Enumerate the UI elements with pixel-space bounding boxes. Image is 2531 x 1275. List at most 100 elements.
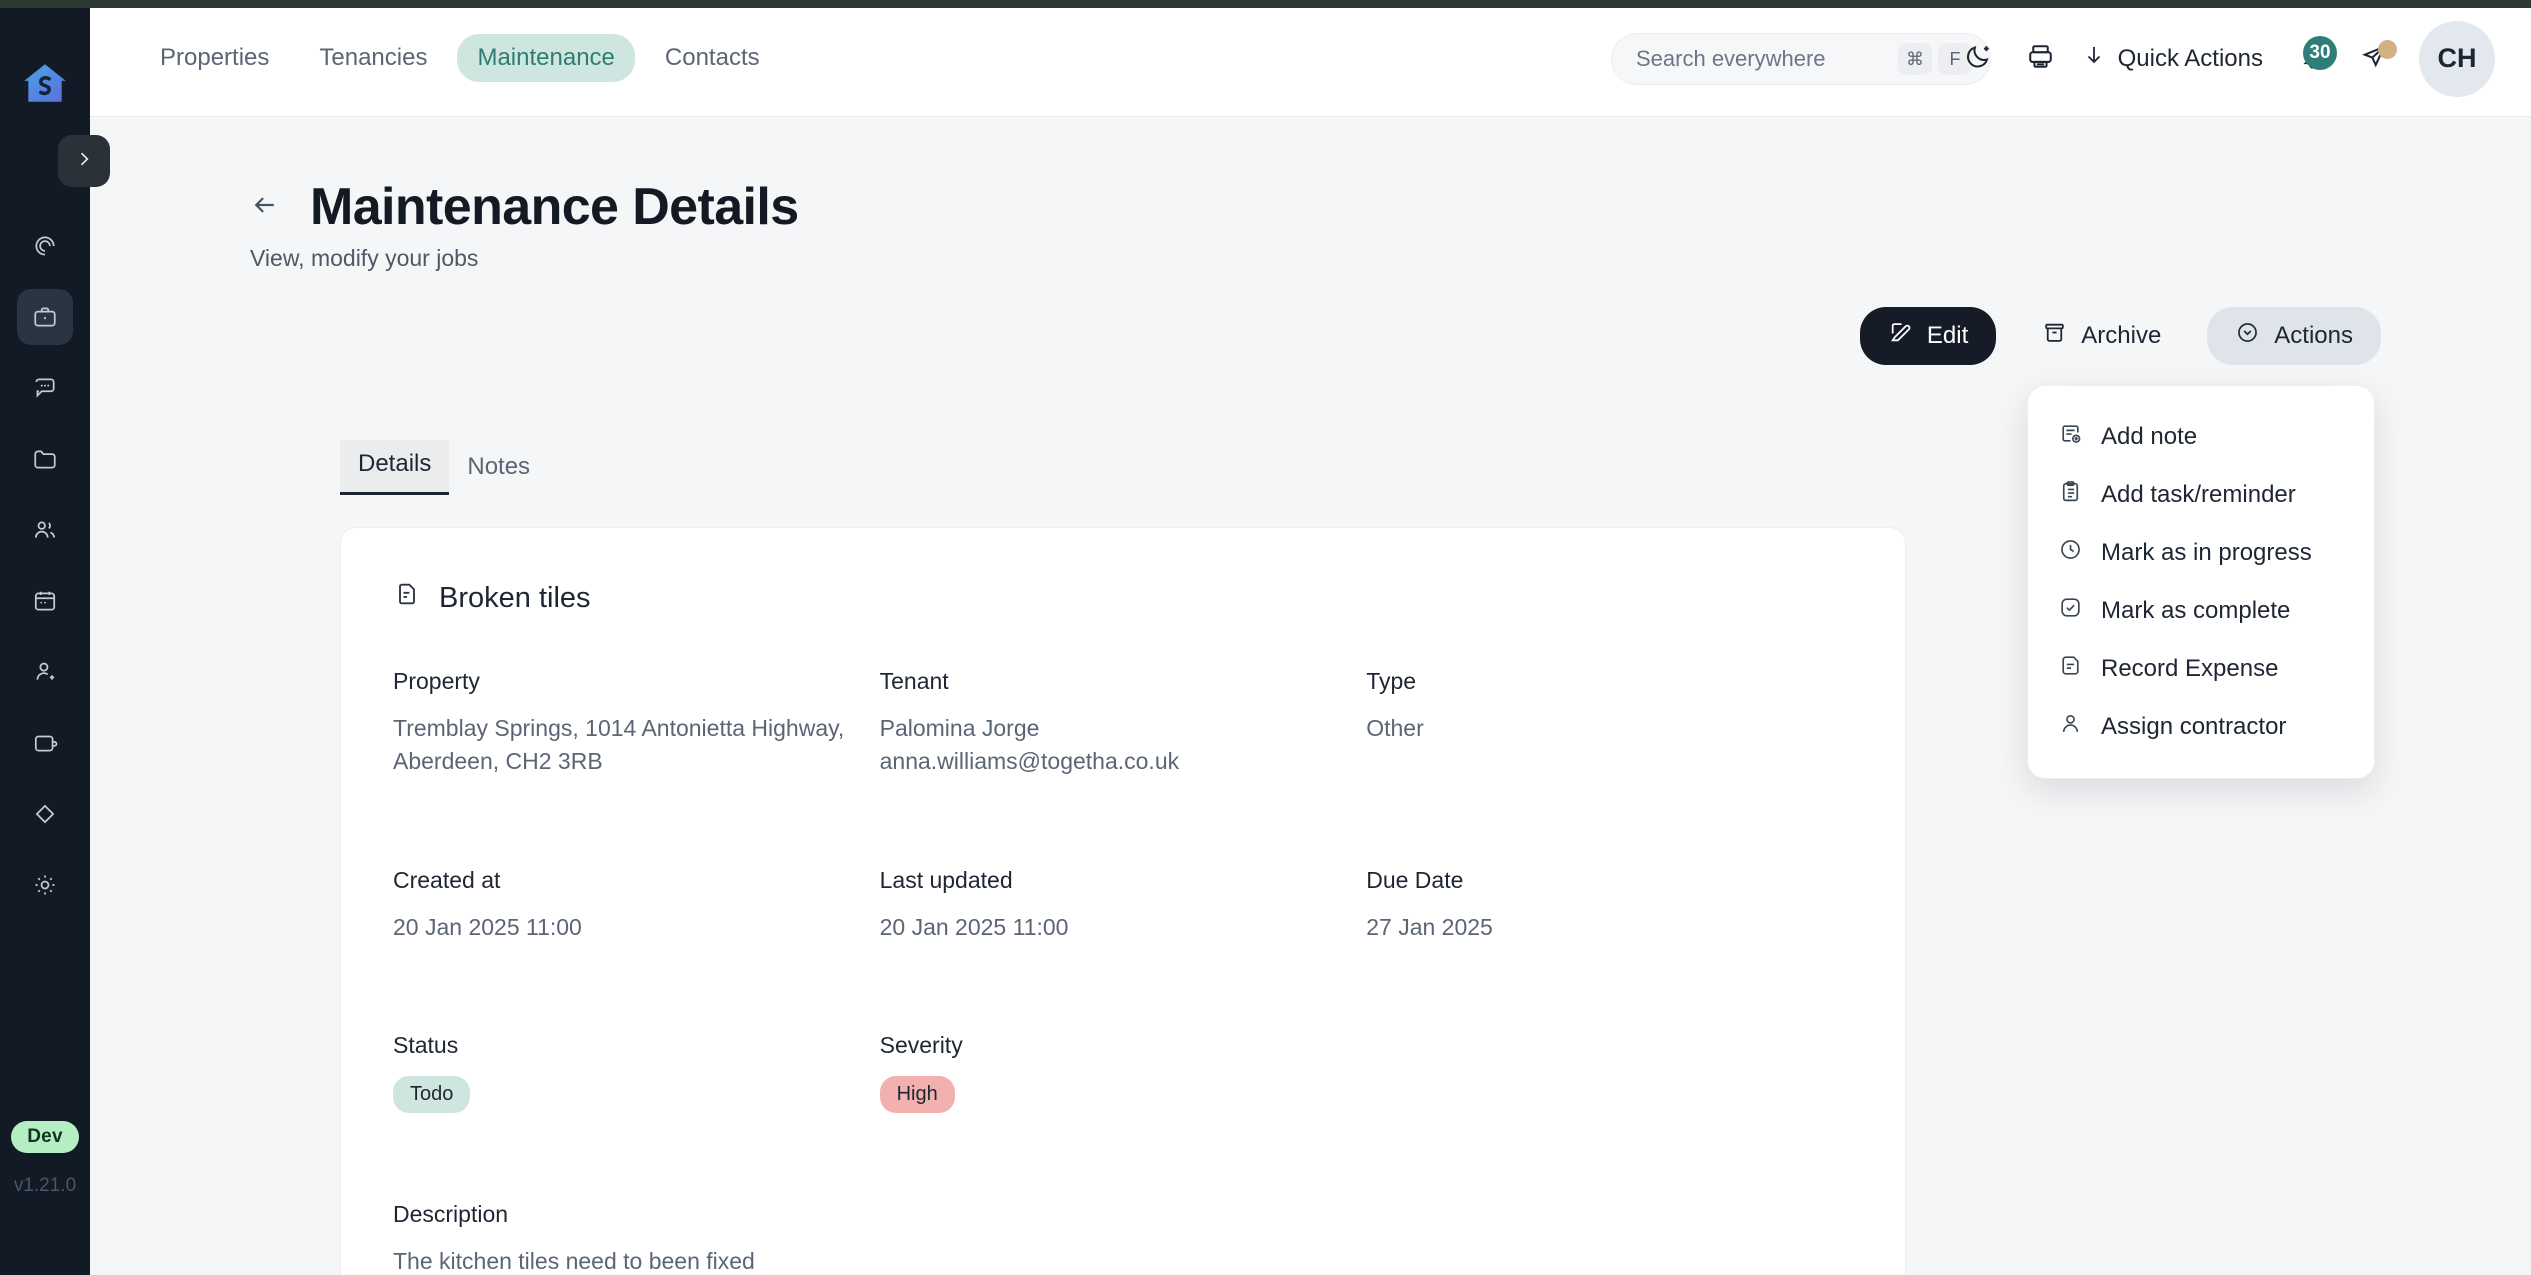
field-property: Property Tremblay Springs, 1014 Antoniet… — [393, 668, 880, 779]
page-title: Maintenance Details — [310, 178, 799, 236]
actions-label: Actions — [2274, 322, 2353, 349]
edit-button[interactable]: Edit — [1859, 307, 1997, 365]
top-bar: Properties Tenancies Maintenance Contact… — [90, 0, 2531, 117]
sidebar-item-integrations[interactable] — [17, 786, 73, 842]
tab-notes[interactable]: Notes — [449, 443, 548, 495]
menu-item-assign-contractor[interactable]: Assign contractor — [2028, 698, 2374, 756]
sidebar-item-payments[interactable] — [17, 715, 73, 771]
note-plus-icon — [2058, 421, 2083, 453]
arrow-down-icon — [2082, 43, 2106, 74]
field-label: Property — [393, 668, 480, 694]
search-placeholder: Search everywhere — [1636, 46, 1826, 71]
sidebar-item-settings[interactable] — [17, 857, 73, 913]
nav-item-tenancies[interactable]: Tenancies — [299, 34, 447, 82]
sidebar-item-add-contact[interactable] — [17, 644, 73, 700]
archive-box-icon — [2042, 320, 2067, 352]
arrow-left-icon — [250, 190, 280, 225]
send-status-dot — [2378, 39, 2397, 59]
menu-label: Add task/reminder — [2101, 481, 2296, 508]
top-bar-actions: Quick Actions 30 CH — [1948, 0, 2495, 117]
status-badge: Todo — [393, 1076, 471, 1114]
avatar[interactable]: CH — [2419, 20, 2495, 97]
spiral-dashboard-icon — [32, 233, 58, 259]
users-icon — [32, 517, 58, 543]
tenant-name: Palomina Jorge — [879, 715, 1040, 741]
field-value: 20 Jan 2025 11:00 — [879, 913, 1069, 940]
card-title-text: Broken tiles — [439, 581, 591, 614]
menu-label: Mark as complete — [2101, 597, 2291, 624]
field-created-at: Created at 20 Jan 2025 11:00 — [393, 867, 880, 944]
menu-item-mark-complete[interactable]: Mark as complete — [2028, 582, 2374, 640]
sidebar-expand-button[interactable] — [58, 135, 110, 187]
detail-row-4: Description The kitchen tiles need to be… — [393, 1201, 1853, 1275]
field-status: Status Todo — [393, 1032, 880, 1114]
sidebar-item-messages[interactable] — [17, 360, 73, 416]
printer-icon — [2026, 42, 2055, 76]
field-value: Tremblay Springs, 1014 Antonietta Highwa… — [393, 715, 845, 775]
page-content: Maintenance Details View, modify your jo… — [90, 117, 2531, 1275]
moon-icon — [1964, 42, 1993, 76]
menu-item-mark-in-progress[interactable]: Mark as in progress — [2028, 524, 2374, 582]
detail-row-1: Property Tremblay Springs, 1014 Antoniet… — [393, 668, 1853, 779]
field-label: Severity — [879, 1032, 963, 1059]
archive-button[interactable]: Archive — [2014, 307, 2189, 365]
user-plus-icon — [32, 659, 58, 685]
rail-top-strip — [0, 0, 90, 8]
field-tenant: Tenant Palomina Jorge anna.williams@toge… — [880, 668, 1367, 779]
page-subtitle: View, modify your jobs — [250, 245, 479, 271]
left-rail: Dev v1.21.0 — [0, 0, 90, 1275]
page-action-buttons: Edit Archive Actions — [1859, 307, 2381, 365]
menu-item-add-task-reminder[interactable]: Add task/reminder — [2028, 466, 2374, 524]
actions-button[interactable]: Actions — [2207, 307, 2381, 365]
menu-item-record-expense[interactable]: Record Expense — [2028, 640, 2374, 698]
quick-actions-button[interactable]: Quick Actions — [2082, 43, 2263, 74]
clock-icon — [2058, 537, 2083, 569]
folder-icon — [32, 446, 58, 472]
field-value: Other — [1366, 715, 1424, 741]
card-header: Broken tiles — [393, 580, 1853, 616]
archive-label: Archive — [2081, 322, 2162, 349]
field-value: The kitchen tiles need to been fixed — [393, 1248, 755, 1275]
search-input[interactable]: Search everywhere ⌘ F — [1611, 33, 1991, 85]
field-due-date: Due Date 27 Jan 2025 — [1366, 867, 1853, 944]
send-button[interactable] — [2343, 28, 2405, 90]
document-icon — [393, 580, 421, 616]
rail-footer: Dev v1.21.0 — [0, 1121, 90, 1197]
menu-label: Mark as in progress — [2101, 539, 2312, 566]
field-label: Created at — [393, 866, 501, 893]
actions-dropdown-menu: Add note Add task/reminder Mark as in pr… — [2027, 385, 2375, 779]
edit-label: Edit — [1926, 322, 1969, 349]
chevron-down-circle-icon — [2235, 320, 2260, 352]
nav-item-maintenance[interactable]: Maintenance — [457, 34, 635, 82]
sidebar-item-dashboard[interactable] — [17, 218, 73, 274]
menu-item-add-note[interactable]: Add note — [2028, 408, 2374, 466]
field-label: Tenant — [879, 668, 949, 694]
notifications-button[interactable]: 30 — [2281, 28, 2343, 90]
top-accent-strip — [90, 0, 2531, 8]
nav-item-properties[interactable]: Properties — [140, 34, 289, 82]
chat-bubble-icon — [32, 375, 58, 401]
tab-details[interactable]: Details — [340, 440, 450, 495]
sidebar-item-documents[interactable] — [17, 431, 73, 487]
user-icon — [2058, 711, 2083, 743]
print-button[interactable] — [2010, 28, 2072, 90]
back-button[interactable] — [250, 191, 282, 223]
main-nav: Properties Tenancies Maintenance Contact… — [140, 34, 780, 82]
version-label: v1.21.0 — [13, 1175, 77, 1196]
field-description: Description The kitchen tiles need to be… — [393, 1201, 1853, 1275]
house-logo-icon[interactable] — [20, 58, 70, 108]
field-label: Description — [393, 1201, 509, 1228]
field-label: Type — [1366, 668, 1417, 694]
sidebar-item-people[interactable] — [17, 502, 73, 558]
severity-badge: High — [879, 1076, 955, 1114]
check-square-icon — [2058, 595, 2083, 627]
quick-actions-label: Quick Actions — [2117, 44, 2263, 72]
sidebar-item-jobs[interactable] — [17, 289, 73, 345]
receipt-icon — [2058, 653, 2083, 685]
calendar-icon — [32, 588, 58, 614]
sidebar-item-calendar[interactable] — [17, 573, 73, 629]
menu-label: Assign contractor — [2101, 713, 2287, 740]
nav-item-contacts[interactable]: Contacts — [645, 34, 780, 82]
dark-mode-toggle[interactable] — [1948, 28, 2010, 90]
field-value: 27 Jan 2025 — [1366, 913, 1493, 940]
